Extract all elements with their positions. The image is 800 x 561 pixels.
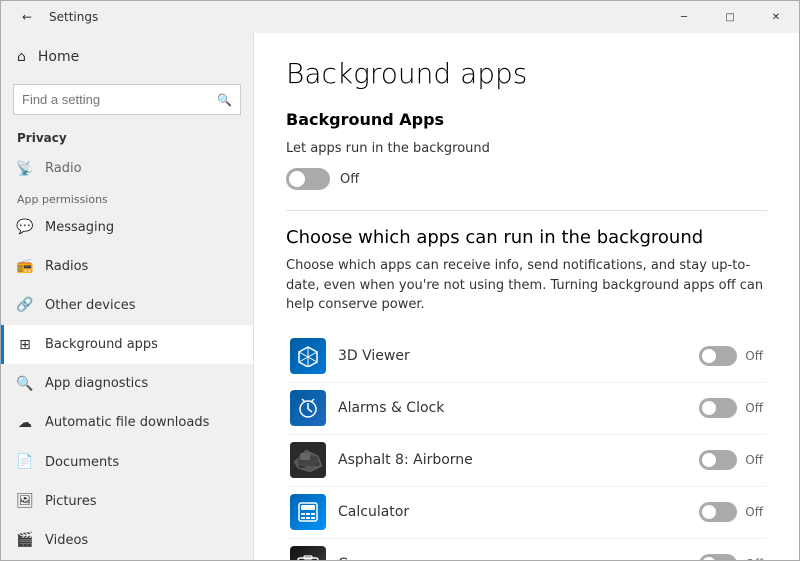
- sidebar: ⌂ Home 🔍 Privacy 📡 Radio App permissions…: [1, 33, 253, 560]
- titlebar: ← Settings ─ □ ✕: [1, 1, 799, 33]
- calculator-name: Calculator: [338, 504, 699, 520]
- titlebar-controls: ─ □ ✕: [661, 1, 799, 33]
- sidebar-item-messaging[interactable]: 💬 Messaging: [1, 208, 253, 247]
- titlebar-title: Settings: [49, 10, 98, 24]
- section-divider: [286, 210, 767, 211]
- main-toggle-row: Off: [286, 168, 767, 190]
- automatic-downloads-label: Automatic file downloads: [45, 415, 209, 430]
- background-apps-toggle[interactable]: [286, 168, 330, 190]
- asphalt-name: Asphalt 8: Airborne: [338, 452, 699, 468]
- alarms-toggle[interactable]: [699, 398, 737, 418]
- sidebar-item-background-apps[interactable]: ⊞ Background apps: [1, 325, 253, 364]
- 3dviewer-name: 3D Viewer: [338, 348, 699, 364]
- background-apps-label: Background apps: [45, 337, 158, 352]
- close-button[interactable]: ✕: [753, 1, 799, 33]
- sidebar-item-radio[interactable]: 📡 Radio: [1, 149, 253, 188]
- app-permissions-label: App permissions: [1, 189, 253, 208]
- calculator-toggle[interactable]: [699, 502, 737, 522]
- home-icon: ⌂: [17, 49, 26, 65]
- documents-label: Documents: [45, 455, 119, 470]
- window: ← Settings ─ □ ✕ ⌂ Home 🔍 Privacy: [0, 0, 800, 561]
- videos-icon: 🎬: [17, 532, 33, 548]
- 3dviewer-icon: [290, 338, 326, 374]
- app-diagnostics-icon: 🔍: [17, 376, 33, 392]
- camera-name: Camera: [338, 556, 699, 560]
- sidebar-home-button[interactable]: ⌂ Home: [1, 33, 253, 80]
- camera-toggle[interactable]: [699, 554, 737, 560]
- choose-title: Choose which apps can run in the backgro…: [286, 227, 767, 248]
- titlebar-left: ← Settings: [13, 3, 98, 31]
- sidebar-item-videos[interactable]: 🎬 Videos: [1, 521, 253, 560]
- app-row-alarms: Alarms & Clock Off: [286, 383, 767, 435]
- minimize-button[interactable]: ─: [661, 1, 707, 33]
- back-button[interactable]: ←: [13, 3, 41, 31]
- calculator-icon: [290, 494, 326, 530]
- search-icon: 🔍: [217, 93, 232, 107]
- radio-icon: 📡: [17, 161, 33, 177]
- camera-icon: [290, 546, 326, 560]
- main-panel: Background apps Background Apps Let apps…: [254, 33, 799, 560]
- radios-label: Radios: [45, 259, 88, 274]
- sidebar-item-app-diagnostics[interactable]: 🔍 App diagnostics: [1, 364, 253, 403]
- content-area: ⌂ Home 🔍 Privacy 📡 Radio App permissions…: [1, 33, 799, 560]
- pictures-label: Pictures: [45, 494, 96, 509]
- automatic-downloads-icon: ☁: [17, 415, 33, 431]
- alarms-icon: [290, 390, 326, 426]
- sidebar-item-radios[interactable]: 📻 Radios: [1, 247, 253, 286]
- 3dviewer-toggle[interactable]: [699, 346, 737, 366]
- messaging-icon: 💬: [17, 219, 33, 235]
- radios-icon: 📻: [17, 258, 33, 274]
- 3dviewer-toggle-area: Off: [699, 346, 763, 366]
- let-apps-run-desc: Let apps run in the background: [286, 141, 767, 156]
- app-row-asphalt: Asphalt 8: Airborne Off: [286, 435, 767, 487]
- alarms-name: Alarms & Clock: [338, 400, 699, 416]
- sidebar-search-box[interactable]: 🔍: [13, 84, 241, 115]
- messaging-label: Messaging: [45, 220, 114, 235]
- background-apps-icon: ⊞: [17, 337, 33, 353]
- camera-off-label: Off: [745, 557, 763, 560]
- alarms-off-label: Off: [745, 401, 763, 415]
- sidebar-item-radio-label: Radio: [45, 161, 82, 176]
- app-list: 3D Viewer Off: [286, 331, 767, 561]
- documents-icon: 📄: [17, 454, 33, 470]
- sidebar-item-pictures[interactable]: 🖼 Pictures: [1, 482, 253, 521]
- asphalt-off-label: Off: [745, 453, 763, 467]
- alarms-toggle-area: Off: [699, 398, 763, 418]
- asphalt-icon: [290, 442, 326, 478]
- sidebar-item-automatic-downloads[interactable]: ☁ Automatic file downloads: [1, 403, 253, 442]
- choose-desc: Choose which apps can receive info, send…: [286, 256, 767, 315]
- app-row-camera: Camera Off: [286, 539, 767, 561]
- asphalt-toggle[interactable]: [699, 450, 737, 470]
- background-apps-section-title: Background Apps: [286, 110, 767, 129]
- toggle-state-label: Off: [340, 172, 359, 187]
- calculator-toggle-area: Off: [699, 502, 763, 522]
- asphalt-toggle-area: Off: [699, 450, 763, 470]
- calculator-off-label: Off: [745, 505, 763, 519]
- pictures-icon: 🖼: [17, 493, 33, 509]
- search-input[interactable]: [22, 92, 211, 107]
- privacy-section-title: Privacy: [1, 123, 253, 149]
- sidebar-item-documents[interactable]: 📄 Documents: [1, 442, 253, 481]
- videos-label: Videos: [45, 533, 88, 548]
- app-diagnostics-label: App diagnostics: [45, 376, 148, 391]
- maximize-button[interactable]: □: [707, 1, 753, 33]
- other-devices-label: Other devices: [45, 298, 136, 313]
- 3dviewer-off-label: Off: [745, 349, 763, 363]
- app-row-3dviewer: 3D Viewer Off: [286, 331, 767, 383]
- home-label: Home: [38, 49, 79, 65]
- other-devices-icon: 🔗: [17, 297, 33, 313]
- camera-toggle-area: Off: [699, 554, 763, 560]
- sidebar-item-other-devices[interactable]: 🔗 Other devices: [1, 286, 253, 325]
- page-title: Background apps: [286, 57, 767, 90]
- app-row-calculator: Calculator Off: [286, 487, 767, 539]
